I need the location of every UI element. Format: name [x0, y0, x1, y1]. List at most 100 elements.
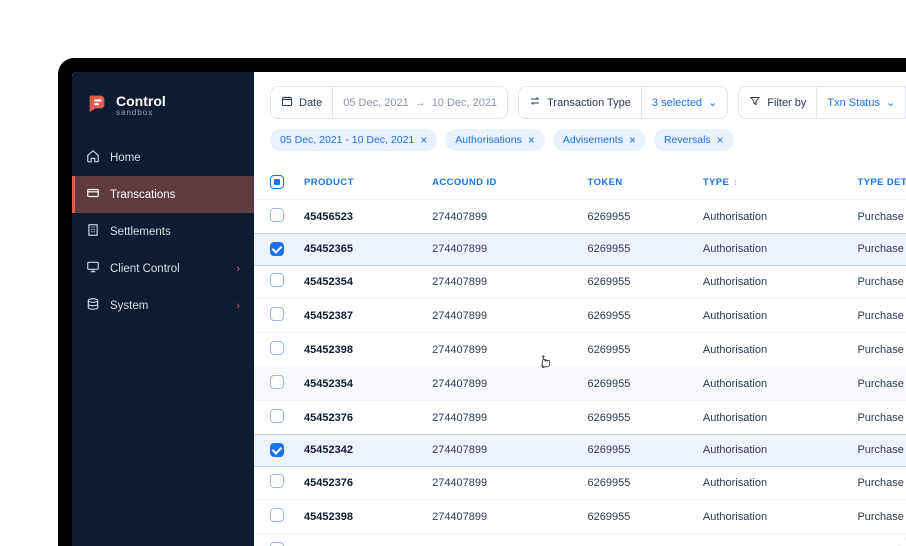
row-checkbox[interactable] [270, 273, 284, 287]
cell-token: 6269955 [588, 243, 631, 255]
date-filter[interactable]: Date 05 Dec, 2021 → 10 Dec, 2021 [270, 86, 508, 119]
main: Date 05 Dec, 2021 → 10 Dec, 2021 Transac… [254, 72, 906, 546]
row-checkbox[interactable] [270, 474, 284, 488]
logo-icon [86, 92, 108, 119]
close-icon[interactable]: × [717, 134, 724, 146]
cell-type-detail: Purchase Return [857, 444, 906, 456]
arrow-right-icon: → [415, 97, 426, 109]
chip-label: 05 Dec, 2021 - 10 Dec, 2021 [280, 134, 414, 146]
filter-chip[interactable]: Authorisations× [445, 129, 545, 151]
row-checkbox[interactable] [270, 242, 284, 256]
row-checkbox[interactable] [270, 508, 284, 522]
sidebar-item-label: Client Control [110, 263, 180, 275]
row-checkbox[interactable] [270, 409, 284, 423]
row-checkbox[interactable] [270, 307, 284, 321]
filter-by-label: Filter by [767, 97, 806, 109]
monitor-icon [86, 260, 100, 277]
col-product[interactable]: PRODUCT [294, 165, 422, 200]
select-all-checkbox[interactable] [270, 175, 284, 189]
cell-product: 45452387 [304, 310, 353, 322]
building-icon [86, 223, 100, 240]
cell-token: 6269955 [588, 511, 631, 523]
sidebar: Control sandbox Home Transcations Settleme… [72, 72, 254, 546]
close-icon[interactable]: × [629, 134, 636, 146]
cell-type: Authorisation [703, 310, 767, 322]
cell-product: 45452376 [304, 477, 353, 489]
table-row[interactable]: 454523542744078996269955AuthorisationPur… [254, 367, 906, 401]
cell-account-id: 274407899 [432, 211, 487, 223]
table-row[interactable]: 454523652744078996269955AuthorisationPur… [254, 234, 906, 265]
cell-product: 45452354 [304, 276, 353, 288]
date-from: 05 Dec, 2021 [343, 97, 408, 109]
cell-type: Authorisation [703, 412, 767, 424]
chip-label: Advisements [563, 134, 623, 146]
cell-type: Authorisation [703, 243, 767, 255]
txn-type-filter[interactable]: Transaction Type 3 selected ⌄ [518, 86, 728, 119]
cell-type-detail: Purchase Return [857, 344, 906, 356]
row-checkbox[interactable] [270, 375, 284, 389]
applied-filters: 05 Dec, 2021 - 10 Dec, 2021×Authorisatio… [254, 129, 906, 165]
cell-type: Authorisation [703, 276, 767, 288]
cell-product: 45452398 [304, 511, 353, 523]
row-checkbox[interactable] [270, 443, 284, 457]
cell-type: Authorisation [703, 477, 767, 489]
sidebar-item-label: Settlements [110, 226, 171, 238]
table-row[interactable]: 454523542744078996269955AuthorisationPur… [254, 265, 906, 299]
brand-title: Control [116, 94, 166, 108]
filter-chip[interactable]: Advisements × [553, 129, 646, 151]
table-row[interactable]: 454523982744078996269955AuthorisationPur… [254, 333, 906, 367]
cell-type-detail: Purchase Return [857, 412, 906, 424]
chevron-right-icon: › [236, 263, 240, 275]
cell-type: Authorisation [703, 344, 767, 356]
row-checkbox[interactable] [270, 542, 284, 546]
row-checkbox[interactable] [270, 208, 284, 222]
filter-by-value: Txn Status [827, 97, 880, 109]
table-row[interactable]: 454523422744078996269955AuthorisationPur… [254, 435, 906, 466]
cell-type: Authorisation [703, 444, 767, 456]
row-checkbox[interactable] [270, 341, 284, 355]
filter-by[interactable]: Filter by Txn Status ⌄ I [738, 86, 906, 119]
sidebar-item-transcations[interactable]: Transcations [72, 176, 254, 213]
table-row[interactable]: 454523872744078996269955AuthorisationPur… [254, 299, 906, 333]
close-icon[interactable]: × [528, 134, 535, 146]
filter-chip[interactable]: Reversals × [654, 129, 734, 151]
filter-chip[interactable]: 05 Dec, 2021 - 10 Dec, 2021 × [270, 129, 437, 151]
table-row[interactable]: 454523982744078996269955AuthorisationPur… [254, 500, 906, 534]
cell-account-id: 274407899 [432, 477, 487, 489]
sidebar-item-system[interactable]: System› [72, 287, 254, 324]
sidebar-item-label: Home [110, 152, 141, 164]
table-row[interactable]: 454523432744078996269955AuthorisationPur… [254, 534, 906, 546]
col-account-id[interactable]: ACCOUND ID [422, 165, 577, 200]
txn-type-selected: 3 selected [652, 97, 702, 109]
chevron-down-icon: ⌄ [708, 96, 717, 109]
col-token[interactable]: TOKEN [578, 165, 693, 200]
cell-type: Authorisation [703, 378, 767, 390]
cell-token: 6269955 [588, 344, 631, 356]
sidebar-item-client-control[interactable]: Client Control › [72, 250, 254, 287]
sidebar-item-home[interactable]: Home [72, 139, 254, 176]
cell-product: 45452342 [304, 444, 353, 456]
cell-type-detail: Purchase Return [857, 378, 906, 390]
cell-account-id: 274407899 [432, 378, 487, 390]
chip-label: Reversals [664, 134, 711, 146]
cell-token: 6269955 [588, 276, 631, 288]
col-type-detail[interactable]: TYPE DETAIL↕ [847, 165, 906, 200]
filter-icon [749, 95, 761, 110]
close-icon[interactable]: × [420, 134, 427, 146]
cell-token: 6269955 [588, 310, 631, 322]
sidebar-item-settlements[interactable]: Settlements [72, 213, 254, 250]
brand-subtitle: sandbox [116, 108, 166, 117]
transactions-table: PRODUCT ACCOUND ID TOKEN TYPE↕ TYPE DETA… [254, 165, 906, 546]
table-row[interactable]: 454523762744078996269955AuthorisationPur… [254, 401, 906, 435]
cell-product: 45452398 [304, 344, 353, 356]
table-row[interactable]: 454523762744078996269955AuthorisationPur… [254, 466, 906, 500]
cell-product: 45456523 [304, 211, 353, 223]
table-row[interactable]: 454565232744078996269955AuthorisationPur… [254, 200, 906, 234]
home-icon [86, 149, 100, 166]
chevron-down-icon: ⌄ [886, 96, 895, 109]
col-type[interactable]: TYPE↕ [693, 165, 848, 200]
brand: Control sandbox [72, 86, 254, 139]
cell-token: 6269955 [588, 477, 631, 489]
cell-token: 6269955 [588, 444, 631, 456]
card-icon [86, 186, 100, 203]
